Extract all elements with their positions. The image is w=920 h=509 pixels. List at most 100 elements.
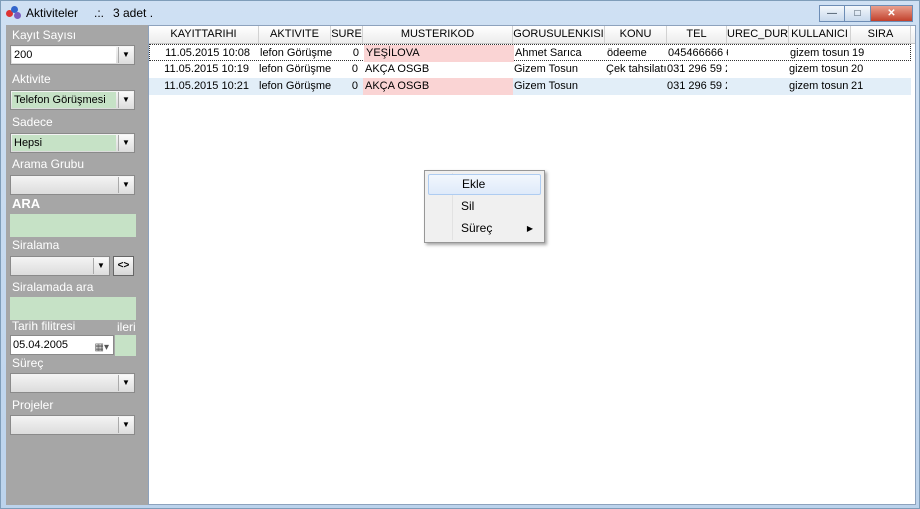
chevron-down-icon[interactable]: ▼ bbox=[118, 47, 133, 63]
minimize-button[interactable]: — bbox=[819, 5, 845, 22]
kayit-sayisi-label: Kayıt Sayısı bbox=[12, 28, 77, 42]
cell-kayittarihi: 11.05.2015 10:19 bbox=[164, 63, 249, 75]
cell-gorusulenkisi: Gizem Tosun bbox=[514, 63, 578, 75]
grid-header: KAYITTARIHI AKTIVITE SURE MUSTERIKOD GOR… bbox=[149, 26, 915, 44]
projeler-value bbox=[12, 417, 116, 433]
title-separator: .:. bbox=[94, 6, 105, 20]
col-sira[interactable]: SIRA bbox=[851, 26, 911, 43]
arama-grubu-value bbox=[12, 177, 116, 193]
chevron-down-icon[interactable]: ▼ bbox=[118, 92, 133, 108]
cell-gorusulenkisi: Gizem Tosun bbox=[514, 80, 578, 92]
cell-musterikod: YEŞİLOVA bbox=[364, 45, 514, 62]
col-kayittarihi[interactable]: KAYITTARIHI bbox=[149, 26, 259, 43]
maximize-button[interactable]: □ bbox=[845, 5, 871, 22]
activities-grid[interactable]: KAYITTARIHI AKTIVITE SURE MUSTERIKOD GOR… bbox=[148, 25, 916, 505]
date-value: 05.04.2005 bbox=[13, 339, 69, 351]
window-title: Aktiviteler bbox=[26, 6, 79, 20]
cell-sira: 21 bbox=[851, 80, 864, 92]
sadece-combo[interactable]: Hepsi ▼ bbox=[10, 133, 135, 153]
siralama-value bbox=[12, 258, 91, 274]
aktiviteler-window: Aktiviteler .:. 3 adet . — □ ✕ Kayıt Say… bbox=[0, 0, 920, 509]
cell-musterikod: AKÇA OSGB bbox=[363, 78, 513, 95]
submenu-arrow-icon: ▶ bbox=[526, 224, 533, 233]
col-surec-durumu[interactable]: UREC_DURUI bbox=[727, 26, 789, 43]
cell-surec-durumu bbox=[727, 78, 789, 95]
col-konu[interactable]: KONU bbox=[605, 26, 667, 43]
record-count: 3 adet . bbox=[113, 6, 154, 20]
projeler-combo[interactable]: ▼ bbox=[10, 415, 135, 435]
ileri-input[interactable] bbox=[115, 335, 136, 356]
arama-grubu-combo[interactable]: ▼ bbox=[10, 175, 135, 195]
cell-surec-durumu bbox=[727, 61, 789, 78]
cell-sure: 0 bbox=[352, 47, 359, 59]
kayit-sayisi-value: 200 bbox=[12, 47, 116, 63]
cell-tel: 031 296 59 2 bbox=[667, 63, 727, 75]
menu-item-sil[interactable]: Sil bbox=[428, 196, 541, 217]
siralamada-ara-input[interactable] bbox=[10, 297, 136, 320]
cell-aktivite: lefon Görüşme bbox=[260, 47, 332, 59]
close-icon: ✕ bbox=[887, 8, 896, 19]
title-bar: Aktiviteler .:. 3 adet . — □ ✕ bbox=[1, 1, 919, 25]
aktivite-combo[interactable]: Telefon Görüşmesi ▼ bbox=[10, 90, 135, 110]
surec-value bbox=[12, 375, 116, 391]
minimize-icon: — bbox=[827, 8, 837, 19]
context-menu: Ekle Sil Süreç ▶ bbox=[424, 170, 545, 243]
cell-kullanici: gizem tosun bbox=[789, 63, 849, 75]
sort-direction-button[interactable]: <> bbox=[113, 256, 134, 276]
cell-gorusulenkisi: Ahmet Sarıca bbox=[515, 47, 582, 59]
cell-kullanici: gizem tosun bbox=[790, 47, 850, 59]
cell-sure: 0 bbox=[351, 80, 358, 92]
menu-item-ekle[interactable]: Ekle bbox=[428, 174, 541, 195]
chevron-down-icon[interactable]: ▼ bbox=[118, 375, 133, 391]
siralama-label: Siralama bbox=[12, 238, 60, 252]
date-picker[interactable]: 05.04.2005 ▦▾ bbox=[10, 335, 114, 355]
tarih-filitresi-label: Tarih filitresi bbox=[12, 319, 76, 333]
cell-surec-durumu bbox=[728, 45, 790, 62]
col-tel[interactable]: TEL bbox=[667, 26, 727, 43]
siralama-combo[interactable]: ▼ bbox=[10, 256, 110, 276]
sadece-label: Sadece bbox=[12, 115, 53, 129]
table-row[interactable]: 11.05.2015 10:21 lefon Görüşme 0 AKÇA OS… bbox=[149, 78, 911, 95]
cell-musterikod: AKÇA OSGB bbox=[365, 63, 430, 75]
surec-label: Süreç bbox=[12, 356, 44, 370]
chevron-down-icon[interactable]: ▼ bbox=[118, 417, 133, 433]
col-musterikod[interactable]: MUSTERIKOD bbox=[363, 26, 513, 43]
table-row[interactable]: 11.05.2015 10:19 lefon Görüşme 0 AKÇA OS… bbox=[149, 61, 911, 78]
chevron-down-icon[interactable]: ▼ bbox=[93, 258, 108, 274]
table-row[interactable]: 11.05.2015 10:08 lefon Görüşme 0 YEŞİLOV… bbox=[149, 44, 911, 62]
cell-kullanici: gizem tosun bbox=[789, 80, 849, 92]
kayit-sayisi-combo[interactable]: 200 ▼ bbox=[10, 45, 135, 65]
cell-kayittarihi: 11.05.2015 10:08 bbox=[165, 47, 250, 59]
cell-sure: 0 bbox=[351, 63, 358, 75]
siralamada-ara-label: Siralamada ara bbox=[12, 280, 94, 294]
cell-aktivite: lefon Görüşme bbox=[259, 63, 331, 75]
cell-konu: ödeeme bbox=[607, 47, 647, 59]
surec-combo[interactable]: ▼ bbox=[10, 373, 135, 393]
chevron-down-icon[interactable]: ▼ bbox=[118, 177, 133, 193]
cell-aktivite: lefon Görüşme bbox=[259, 80, 331, 92]
arama-grubu-label: Arama Grubu bbox=[12, 157, 85, 171]
app-icon bbox=[6, 6, 22, 20]
col-aktivite[interactable]: AKTIVITE bbox=[259, 26, 331, 43]
cell-tel: 045466666 6 bbox=[668, 47, 728, 59]
aktivite-label: Aktivite bbox=[12, 72, 51, 86]
cell-konu bbox=[606, 78, 667, 95]
filter-panel: Kayıt Sayısı 200 ▼ Aktivite Telefon Görü… bbox=[6, 25, 148, 505]
ara-label: ARA bbox=[12, 196, 41, 211]
cell-sira: 20 bbox=[851, 63, 864, 75]
cell-konu: Çek tahsilatı bbox=[606, 63, 667, 75]
menu-item-surec[interactable]: Süreç ▶ bbox=[428, 218, 541, 239]
col-kullanici[interactable]: KULLANICI bbox=[789, 26, 851, 43]
col-sure[interactable]: SURE bbox=[331, 26, 363, 43]
sadece-value: Hepsi bbox=[12, 135, 116, 151]
maximize-icon: □ bbox=[854, 8, 861, 19]
chevron-down-icon[interactable]: ▼ bbox=[118, 135, 133, 151]
close-button[interactable]: ✕ bbox=[871, 5, 913, 22]
projeler-label: Projeler bbox=[12, 398, 54, 412]
cell-kayittarihi: 11.05.2015 10:21 bbox=[164, 80, 249, 92]
calendar-icon[interactable]: ▦▾ bbox=[95, 339, 109, 357]
ara-input[interactable] bbox=[10, 214, 136, 237]
ileri-label: ileri bbox=[117, 320, 136, 334]
cell-tel: 031 296 59 2 bbox=[667, 80, 727, 92]
col-gorusulenkisi[interactable]: GORUSULENKISI bbox=[513, 26, 605, 43]
